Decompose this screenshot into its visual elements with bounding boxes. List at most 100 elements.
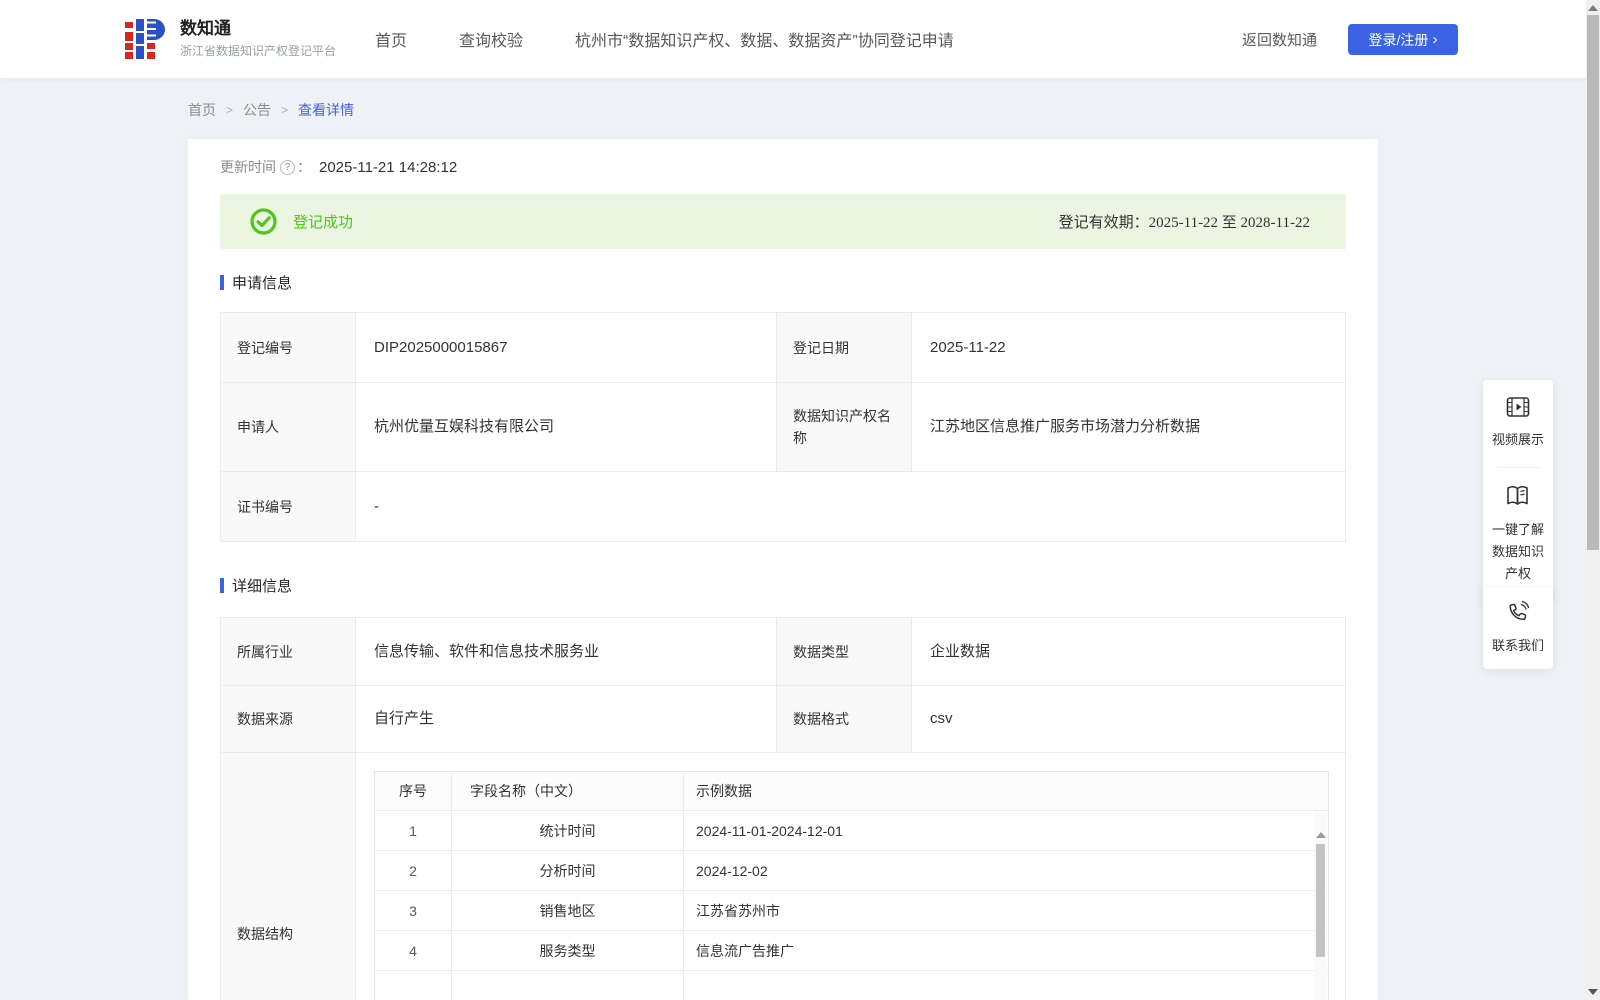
login-register-label: 登录/注册 [1368,31,1429,48]
cert-no-label: 证书编号 [221,472,356,542]
side-widget-panel: 视频展示 一键了解数据知识产权 [1483,380,1553,603]
applicant-value: 杭州优量互娱科技有限公司 [356,383,777,472]
reg-no-label: 登记编号 [221,313,356,383]
table-scrollbar[interactable] [1314,812,1327,1000]
nav-item-hangzhou-registration[interactable]: 杭州市“数据知识产权、数据、数据资产”协同登记申请 [575,27,954,51]
row-field [452,971,684,1000]
row-no: 4 [375,931,452,971]
section-bar-icon [220,577,224,593]
scroll-down-icon[interactable] [1588,989,1598,995]
nav-item-home[interactable]: 首页 [375,27,407,51]
applicant-label: 申请人 [221,383,356,472]
back-to-shuzhitong-link[interactable]: 返回数知通 [1242,0,1317,78]
breadcrumb-separator: > [281,103,289,117]
validity-label: 登记有效期： [1058,215,1149,231]
row-sample [684,971,1328,1000]
section-bar-icon [220,274,224,290]
data-source-value: 自行产生 [356,686,777,753]
detail-info-title: 详细信息 [232,577,293,595]
dip-guide-item[interactable]: 一键了解数据知识产权 [1489,484,1547,585]
video-demo-item[interactable]: 视频展示 [1489,396,1547,451]
video-icon [1506,397,1530,417]
application-info-section-title: 申请信息 [220,272,1346,292]
top-header: 数知通 浙江省数据知识产权登记平台 首页 查询校验 杭州市“数据知识产权、数据、… [0,0,1600,78]
table-row: 1 统计时间 2024-11-01-2024-12-01 [375,811,1328,851]
dip-name-value: 江苏地区信息推广服务市场潜力分析数据 [912,383,1346,472]
data-type-value: 企业数据 [912,618,1346,686]
status-badge: 登记成功 [293,214,354,231]
update-time-row: 更新时间 ? ： 2025-11-21 14:28:12 [220,157,1346,177]
row-field: 服务类型 [452,931,684,971]
brand-logo-icon [125,19,165,59]
update-time-label: 更新时间 [220,159,276,175]
contact-us-label: 联系我们 [1491,638,1544,653]
data-format-label: 数据格式 [777,686,912,753]
row-no: 1 [375,811,452,851]
data-type-label: 数据类型 [777,618,912,686]
row-sample: 2024-11-01-2024-12-01 [684,811,1328,851]
row-no: 2 [375,851,452,891]
industry-value: 信息传输、软件和信息技术服务业 [356,618,777,686]
update-time-value: 2025-11-21 14:28:12 [319,158,458,176]
row-no [375,971,452,1000]
page-scrollbar[interactable] [1586,0,1600,1000]
application-info-table: 登记编号 DIP2025000015867 登记日期 2025-11-22 申请… [220,312,1346,542]
chevron-right-icon: › [1432,30,1438,48]
cert-no-value: - [356,472,1346,542]
main-nav: 首页 查询校验 杭州市“数据知识产权、数据、数据资产”协同登记申请 [375,0,954,78]
phone-icon [1509,600,1530,621]
reg-date-label: 登记日期 [777,313,912,383]
data-structure-header-row: 序号 字段名称（中文） 示例数据 [375,772,1328,811]
scrollbar-thumb[interactable] [1587,15,1599,550]
help-question-icon[interactable]: ? [280,159,295,175]
scroll-up-icon[interactable] [1588,5,1598,11]
row-no: 3 [375,891,452,931]
scrollbar-thumb[interactable] [1316,844,1325,957]
breadcrumb-separator: > [226,103,234,117]
detail-card: 更新时间 ? ： 2025-11-21 14:28:12 登记成功 登记有效期：… [188,139,1378,1000]
brand-subtitle: 浙江省数据知识产权登记平台 [180,44,337,58]
breadcrumb: 首页 > 公告 > 查看详情 [188,100,354,120]
detail-info-section-title: 详细信息 [220,575,1346,595]
data-structure-label: 数据结构 [221,753,356,1000]
book-icon [1507,485,1528,505]
col-header-sample: 示例数据 [684,772,1328,811]
breadcrumb-current: 查看详情 [298,102,355,118]
validity-period: 登记有效期：2025-11-22 至 2028-11-22 [1059,211,1310,232]
table-row [375,971,1328,1000]
breadcrumb-home[interactable]: 首页 [188,100,216,120]
table-row: 3 销售地区 江苏省苏州市 [375,891,1328,931]
login-register-button[interactable]: 登录/注册 › [1348,24,1458,55]
breadcrumb-notice[interactable]: 公告 [243,100,271,120]
col-header-no: 序号 [375,772,452,811]
table-row: 4 服务类型 信息流广告推广 [375,931,1328,971]
reg-date-value: 2025-11-22 [912,313,1346,383]
data-source-label: 数据来源 [221,686,356,753]
data-structure-cell: 序号 字段名称（中文） 示例数据 1 统计时间 2024-11-01-2024-… [356,753,1346,1000]
brand-block[interactable]: 数知通 浙江省数据知识产权登记平台 [180,19,336,59]
industry-label: 所属行业 [221,618,356,686]
brand-title: 数知通 [180,19,231,38]
row-field: 分析时间 [452,851,684,891]
row-sample: 2024-12-02 [684,851,1328,891]
data-format-value: csv [912,686,1346,753]
registration-success-banner: 登记成功 登记有效期：2025-11-22 至 2028-11-22 [220,194,1346,249]
reg-no-value: DIP2025000015867 [356,313,777,383]
dip-guide-label: 一键了解数据知识产权 [1491,522,1544,581]
row-sample: 江苏省苏州市 [684,891,1328,931]
application-info-title: 申请信息 [232,274,293,292]
scroll-up-icon[interactable] [1315,832,1326,838]
col-header-field: 字段名称（中文） [452,772,684,811]
divider [1497,467,1539,468]
validity-value: 2025-11-22 至 2028-11-22 [1148,215,1310,231]
contact-widget[interactable]: 联系我们 [1483,588,1553,669]
update-time-colon: ： [297,159,311,175]
row-field: 统计时间 [452,811,684,851]
detail-info-table: 所属行业 信息传输、软件和信息技术服务业 数据类型 企业数据 数据来源 自行产生… [220,617,1346,1000]
table-row: 2 分析时间 2024-12-02 [375,851,1328,891]
row-sample: 信息流广告推广 [684,931,1328,971]
data-structure-table: 序号 字段名称（中文） 示例数据 1 统计时间 2024-11-01-2024-… [374,771,1329,1000]
success-check-icon [250,208,277,235]
nav-item-query-verify[interactable]: 查询校验 [459,27,523,51]
dip-name-label: 数据知识产权名称 [777,383,912,472]
